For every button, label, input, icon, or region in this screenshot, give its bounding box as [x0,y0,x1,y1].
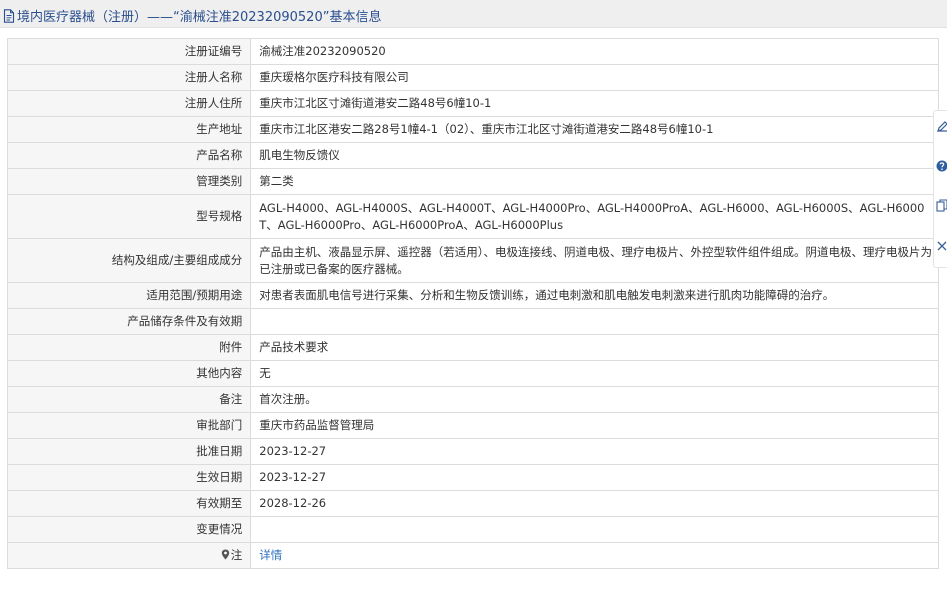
table-row: 有效期至 2028-12-26 [6,490,939,517]
row-value: 肌电生物反馈仪 [250,142,939,169]
row-label: 适用范围/预期用途 [6,282,252,309]
row-value: 产品技术要求 [250,334,939,361]
row-value: 产品由主机、液晶显示屏、遥控器（若适用）、电极连接线、阴道电极、理疗电极片、外控… [250,238,939,283]
table-row: 注册人名称 重庆瑷格尔医疗科技有限公司 [6,64,939,91]
note-label-cell: 注 [6,542,252,569]
row-label: 型号规格 [6,194,252,239]
side-toolbar [933,110,947,268]
table-row: 产品名称 肌电生物反馈仪 [6,142,939,169]
row-label: 审批部门 [6,412,252,439]
note-row: 注 详情 [6,542,939,569]
row-value: 重庆瑷格尔医疗科技有限公司 [250,64,939,91]
table-row: 管理类别 第二类 [6,168,939,195]
row-value: 2023-12-27 [250,464,939,491]
row-value: 渝械注准20232090520 [250,38,939,65]
table-row: 批准日期 2023-12-27 [6,438,939,465]
row-value: AGL-H4000、AGL-H4000S、AGL-H4000T、AGL-H400… [250,194,939,239]
table-row: 生产地址 重庆市江北区港安二路28号1幢4-1（02）、重庆市江北区寸滩街道港安二… [6,116,939,143]
info-table: 注册证编号 渝械注准20232090520 注册人名称 重庆瑷格尔医疗科技有限公司 … [6,38,939,569]
row-label: 有效期至 [6,490,252,517]
table-row: 其他内容无 [6,360,939,387]
row-value: 第二类 [250,168,939,195]
copy-icon[interactable] [936,199,947,216]
page-title-text: 境内医疗器械（注册）——“渝械注准20232090520”基本信息 [17,10,382,25]
edit-icon[interactable] [936,119,947,136]
title-bar: 境内医疗器械（注册）——“渝械注准20232090520”基本信息 [0,0,947,28]
close-icon[interactable] [936,239,947,256]
help-icon[interactable] [936,159,947,176]
details-link[interactable]: 详情 [259,548,282,562]
note-value-cell: 详情 [250,542,939,569]
row-label: 注册人住所 [6,90,252,117]
row-value [250,308,939,335]
row-label: 备注 [6,386,252,413]
row-value: 对患者表面肌电信号进行采集、分析和生物反馈训练，通过电刺激和肌电触发电刺激来进行… [250,282,939,309]
row-value: 无 [250,360,939,387]
row-label: 其他内容 [6,360,252,387]
table-row: 生效日期 2023-12-27 [6,464,939,491]
table-row: 审批部门 重庆市药品监督管理局 [6,412,939,439]
row-value: 2028-12-26 [250,490,939,517]
page-title: 境内医疗器械（注册）——“渝械注准20232090520”基本信息 [3,6,381,25]
table-row: 附件 产品技术要求 [6,334,939,361]
document-icon [3,8,15,23]
note-label: 注 [230,548,243,562]
table-row: 备注 首次注册。 [6,386,939,413]
row-label: 变更情况 [6,516,252,543]
row-value: 重庆市江北区寸滩街道港安二路48号6幢10-1 [250,90,939,117]
row-value [250,516,939,543]
row-label: 产品名称 [6,142,252,169]
table-row: 产品储存条件及有效期 [6,308,939,335]
table-row: 变更情况 [6,516,939,543]
table-row: 注册证编号 渝械注准20232090520 [6,38,939,65]
row-label: 产品储存条件及有效期 [6,308,252,335]
row-label: 注册证编号 [6,38,252,65]
row-label: 管理类别 [6,168,252,195]
row-value: 首次注册。 [250,386,939,413]
table-row: 型号规格 AGL-H4000、AGL-H4000S、AGL-H4000T、AGL-… [6,194,939,239]
table-row: 结构及组成/主要组成成分 产品由主机、液晶显示屏、遥控器（若适用）、电极连接线、阴… [6,238,939,283]
row-value: 重庆市江北区港安二路28号1幢4-1（02）、重庆市江北区寸滩街道港安二路48号… [250,116,939,143]
row-label: 批准日期 [6,438,252,465]
row-value: 2023-12-27 [250,438,939,465]
table-row: 注册人住所 重庆市江北区寸滩街道港安二路48号6幢10-1 [6,90,939,117]
row-label: 结构及组成/主要组成成分 [6,238,252,283]
row-value: 重庆市药品监督管理局 [250,412,939,439]
table-row: 适用范围/预期用途 对患者表面肌电信号进行采集、分析和生物反馈训练，通过电刺激和肌… [6,282,939,309]
row-label: 附件 [6,334,252,361]
row-label: 生效日期 [6,464,252,491]
location-pin-icon [221,549,229,560]
row-label: 注册人名称 [6,64,252,91]
row-label: 生产地址 [6,116,252,143]
